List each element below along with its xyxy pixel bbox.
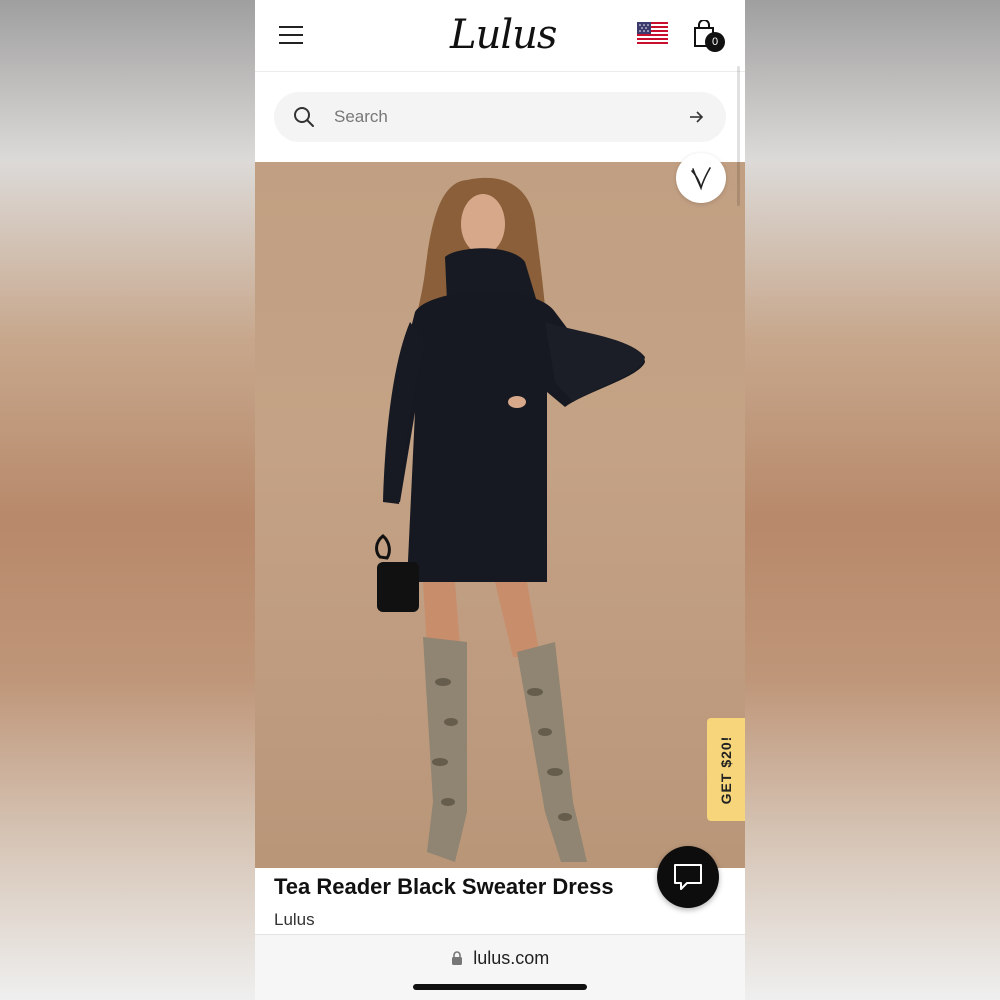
site-header: Lulus 0	[255, 0, 745, 72]
url-text: lulus.com	[473, 948, 550, 968]
cart-count-badge[interactable]: 0	[705, 32, 725, 52]
url-display[interactable]: lulus.com	[255, 948, 745, 969]
promo-tab[interactable]: GET $20!	[707, 718, 745, 821]
promo-label: GET $20!	[718, 735, 734, 804]
product-title: Tea Reader Black Sweater Dress	[274, 874, 614, 899]
product-image[interactable]	[255, 162, 745, 868]
us-flag-icon[interactable]	[637, 22, 668, 46]
product-brand[interactable]: Lulus	[274, 910, 315, 930]
model-photo	[375, 177, 645, 862]
home-indicator[interactable]	[413, 984, 587, 990]
background-blur-right	[745, 0, 1000, 1000]
wishlist-button[interactable]	[676, 153, 726, 203]
chat-button[interactable]	[657, 846, 719, 908]
scrollbar[interactable]	[737, 66, 740, 206]
search-input[interactable]	[334, 105, 664, 129]
hamburger-menu-icon[interactable]	[279, 26, 305, 46]
lock-icon	[451, 951, 462, 965]
search-icon	[294, 107, 314, 127]
phone-screen: Lulus 0 Search GET $20! Tea Reader Black…	[255, 0, 745, 1000]
search-bar[interactable]	[274, 92, 726, 142]
browser-address-bar: lulus.com	[255, 934, 745, 1000]
background-blur-left	[0, 0, 255, 1000]
chat-bubble-icon	[674, 864, 702, 890]
site-logo[interactable]: Lulus	[450, 12, 557, 58]
heart-icon	[691, 167, 711, 191]
arrow-right-icon[interactable]	[686, 107, 706, 127]
